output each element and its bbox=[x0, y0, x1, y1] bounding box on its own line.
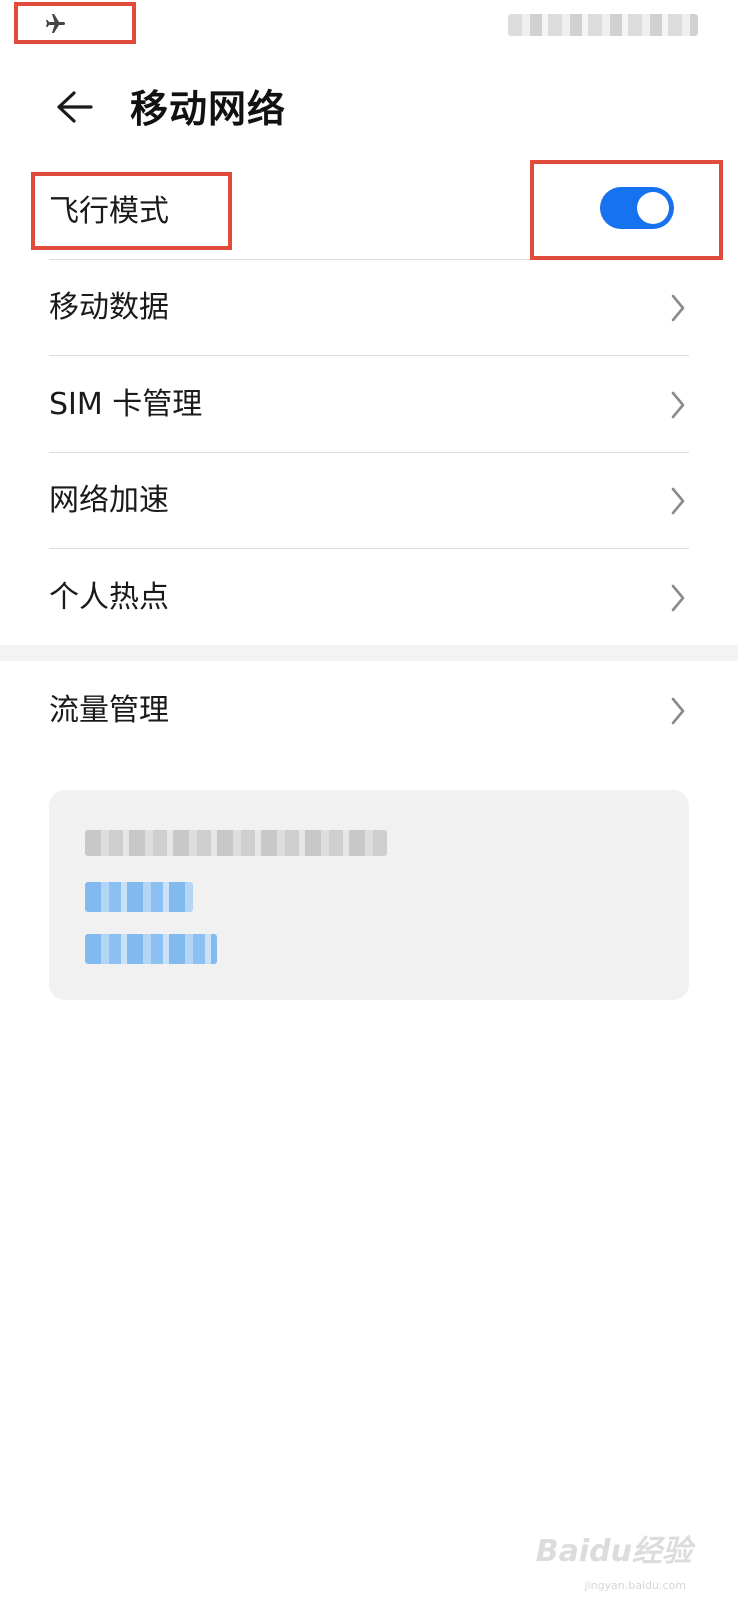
watermark-logo: Baidu经验 bbox=[535, 1534, 692, 1569]
info-card bbox=[49, 790, 689, 1000]
divider bbox=[49, 355, 689, 356]
chevron-right-icon bbox=[670, 390, 686, 420]
mobile-network-settings-screen: 移动网络 飞行模式 移动数据 SIM 卡管理 网络加速 个人热点 流量管理 Ba… bbox=[0, 0, 738, 1600]
blurred-link[interactable] bbox=[85, 934, 217, 964]
status-icons-blurred bbox=[508, 14, 698, 36]
settings-item-data-management[interactable]: 流量管理 bbox=[0, 663, 738, 759]
settings-item-personal-hotspot[interactable]: 个人热点 bbox=[0, 550, 738, 646]
section-separator bbox=[0, 645, 738, 661]
settings-item-label: 个人热点 bbox=[49, 580, 169, 615]
airplane-mode-label: 飞行模式 bbox=[49, 194, 169, 229]
blurred-link[interactable] bbox=[85, 882, 193, 912]
blurred-text bbox=[85, 830, 387, 856]
settings-item-mobile-data[interactable]: 移动数据 bbox=[0, 260, 738, 356]
settings-item-label: 移动数据 bbox=[49, 290, 169, 325]
divider bbox=[49, 548, 689, 549]
header: 移动网络 bbox=[0, 70, 738, 150]
settings-item-label: SIM 卡管理 bbox=[49, 387, 203, 422]
airplane-icon bbox=[40, 10, 68, 38]
airplane-mode-row: 飞行模式 bbox=[0, 164, 738, 260]
status-bar bbox=[0, 0, 738, 46]
arrow-left-icon bbox=[54, 90, 94, 128]
airplane-mode-toggle[interactable] bbox=[600, 187, 674, 229]
back-button[interactable] bbox=[46, 84, 102, 134]
chevron-right-icon bbox=[670, 583, 686, 613]
chevron-right-icon bbox=[670, 696, 686, 726]
settings-item-label: 流量管理 bbox=[49, 693, 169, 728]
chevron-right-icon bbox=[670, 293, 686, 323]
settings-item-label: 网络加速 bbox=[49, 483, 169, 518]
toggle-knob bbox=[637, 192, 669, 224]
settings-item-network-acceleration[interactable]: 网络加速 bbox=[0, 453, 738, 549]
page-title: 移动网络 bbox=[130, 87, 287, 131]
chevron-right-icon bbox=[670, 486, 686, 516]
watermark-url: jingyan.baidu.com bbox=[584, 1579, 686, 1592]
settings-item-sim-management[interactable]: SIM 卡管理 bbox=[0, 357, 738, 453]
